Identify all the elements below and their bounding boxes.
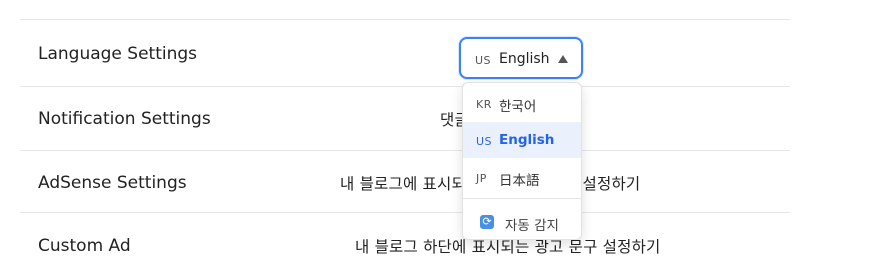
refresh-icon: ⟳ xyxy=(480,215,494,229)
adsense-settings-label: AdSense Settings xyxy=(38,173,187,193)
language-settings-label: Language Settings xyxy=(38,44,198,64)
language-option-jp[interactable]: JP 日本語 xyxy=(463,159,581,195)
divider xyxy=(20,19,790,20)
language-select[interactable]: US English xyxy=(459,37,583,79)
custom-ad-label: Custom Ad xyxy=(38,236,131,256)
settings-panel: Language Settings Notification Settings … xyxy=(20,0,790,277)
selected-language-code: US xyxy=(475,54,492,67)
dropdown-divider xyxy=(463,198,581,199)
divider xyxy=(20,86,790,87)
selected-language-name: English xyxy=(499,51,550,67)
language-option-name: English xyxy=(499,132,555,148)
language-option-code: KR xyxy=(476,98,492,111)
divider xyxy=(20,150,790,151)
triangle-up-icon xyxy=(558,55,568,63)
language-option-code: JP xyxy=(476,172,487,185)
language-option-name: 日本語 xyxy=(499,173,540,189)
notification-settings-label: Notification Settings xyxy=(38,109,211,129)
language-option-us[interactable]: US English xyxy=(463,122,581,158)
language-option-code: US xyxy=(476,135,493,148)
auto-detect-label: 자동 감지 xyxy=(505,218,559,234)
language-option-name: 한국어 xyxy=(499,99,537,115)
language-dropdown-menu: KR 한국어 US English JP 日本語 ⟳ 자동 감지 xyxy=(462,82,582,240)
language-option-kr[interactable]: KR 한국어 xyxy=(463,85,581,121)
divider xyxy=(20,212,790,213)
